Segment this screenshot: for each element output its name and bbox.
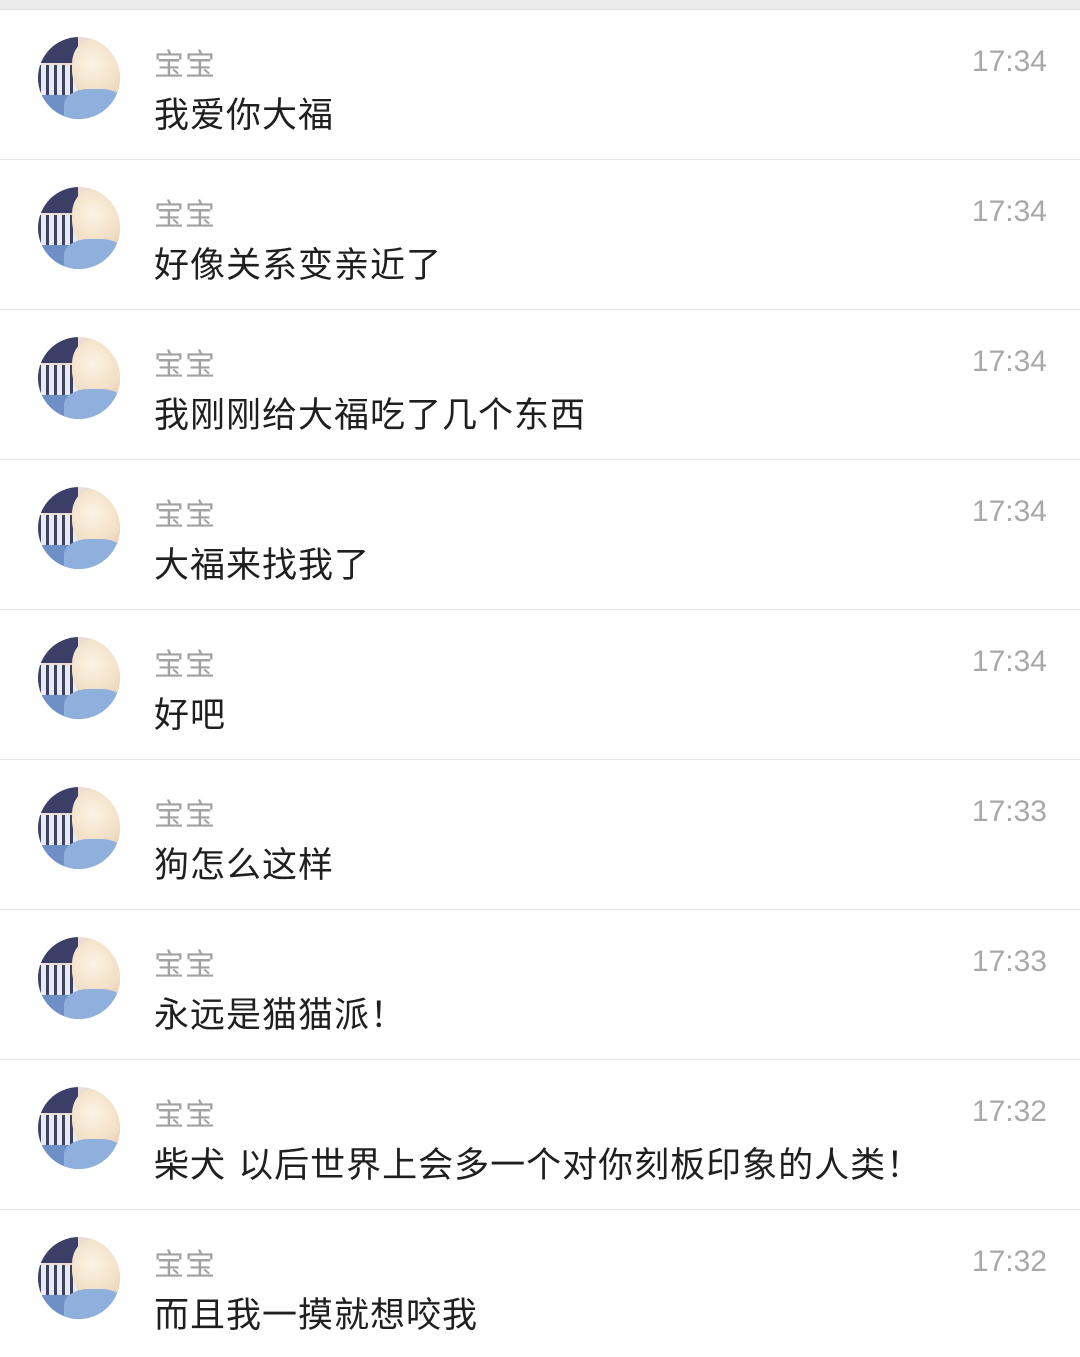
avatar-shirt xyxy=(64,989,120,1019)
avatar-shirt xyxy=(64,89,120,119)
avatar[interactable] xyxy=(38,787,120,869)
message-time: 17:34 xyxy=(971,645,1047,678)
sender-name: 宝宝 xyxy=(154,948,216,983)
message-time: 17:32 xyxy=(971,1245,1047,1278)
message-time: 17:32 xyxy=(971,1095,1047,1128)
message-time: 17:34 xyxy=(971,195,1047,228)
avatar-shirt xyxy=(64,239,120,269)
chat-history-screen: 宝宝 我爱你大福 17:34 宝宝 好像关系变亲近了 17:34 宝宝 我刚刚给… xyxy=(0,0,1080,1357)
sender-name: 宝宝 xyxy=(154,498,216,533)
message-row[interactable]: 宝宝 我刚刚给大福吃了几个东西 17:34 xyxy=(0,310,1080,460)
message-text: 柴犬 以后世界上会多一个对你刻板印象的人类！ xyxy=(154,1146,923,1186)
message-row[interactable]: 宝宝 狗怎么这样 17:33 xyxy=(0,760,1080,910)
avatar-shirt xyxy=(64,1289,120,1319)
message-text: 大福来找我了 xyxy=(154,546,371,586)
message-row[interactable]: 宝宝 柴犬 以后世界上会多一个对你刻板印象的人类！ 17:32 xyxy=(0,1060,1080,1210)
avatar-shirt xyxy=(64,839,120,869)
sender-name: 宝宝 xyxy=(154,348,216,383)
message-row[interactable]: 宝宝 好吧 17:34 xyxy=(0,610,1080,760)
message-time: 17:33 xyxy=(971,945,1047,978)
message-text: 而且我一摸就想咬我 xyxy=(154,1296,479,1336)
message-text: 永远是猫猫派！ xyxy=(154,996,407,1036)
avatar[interactable] xyxy=(38,637,120,719)
avatar[interactable] xyxy=(38,1087,120,1169)
sender-name: 宝宝 xyxy=(154,1098,216,1133)
avatar[interactable] xyxy=(38,487,120,569)
top-divider xyxy=(0,0,1080,10)
avatar[interactable] xyxy=(38,1237,120,1319)
message-text: 我爱你大福 xyxy=(154,96,335,136)
avatar-shirt xyxy=(64,389,120,419)
avatar[interactable] xyxy=(38,337,120,419)
sender-name: 宝宝 xyxy=(154,798,216,833)
message-text: 我刚刚给大福吃了几个东西 xyxy=(154,396,587,436)
sender-name: 宝宝 xyxy=(154,1248,216,1283)
message-row[interactable]: 宝宝 永远是猫猫派！ 17:33 xyxy=(0,910,1080,1060)
sender-name: 宝宝 xyxy=(154,48,216,83)
avatar[interactable] xyxy=(38,937,120,1019)
message-row[interactable]: 宝宝 好像关系变亲近了 17:34 xyxy=(0,160,1080,310)
avatar[interactable] xyxy=(38,37,120,119)
sender-name: 宝宝 xyxy=(154,648,216,683)
message-time: 17:34 xyxy=(971,45,1047,78)
message-time: 17:34 xyxy=(971,345,1047,378)
message-row[interactable]: 宝宝 而且我一摸就想咬我 17:32 xyxy=(0,1210,1080,1357)
message-list[interactable]: 宝宝 我爱你大福 17:34 宝宝 好像关系变亲近了 17:34 宝宝 我刚刚给… xyxy=(0,10,1080,1357)
avatar[interactable] xyxy=(38,187,120,269)
message-row[interactable]: 宝宝 我爱你大福 17:34 xyxy=(0,10,1080,160)
message-text: 好吧 xyxy=(154,696,227,736)
avatar-shirt xyxy=(64,539,120,569)
message-row[interactable]: 宝宝 大福来找我了 17:34 xyxy=(0,460,1080,610)
avatar-shirt xyxy=(64,1139,120,1169)
avatar-shirt xyxy=(64,689,120,719)
message-time: 17:34 xyxy=(971,495,1047,528)
message-text: 好像关系变亲近了 xyxy=(154,246,443,286)
sender-name: 宝宝 xyxy=(154,198,216,233)
message-time: 17:33 xyxy=(971,795,1047,828)
message-text: 狗怎么这样 xyxy=(154,846,335,886)
